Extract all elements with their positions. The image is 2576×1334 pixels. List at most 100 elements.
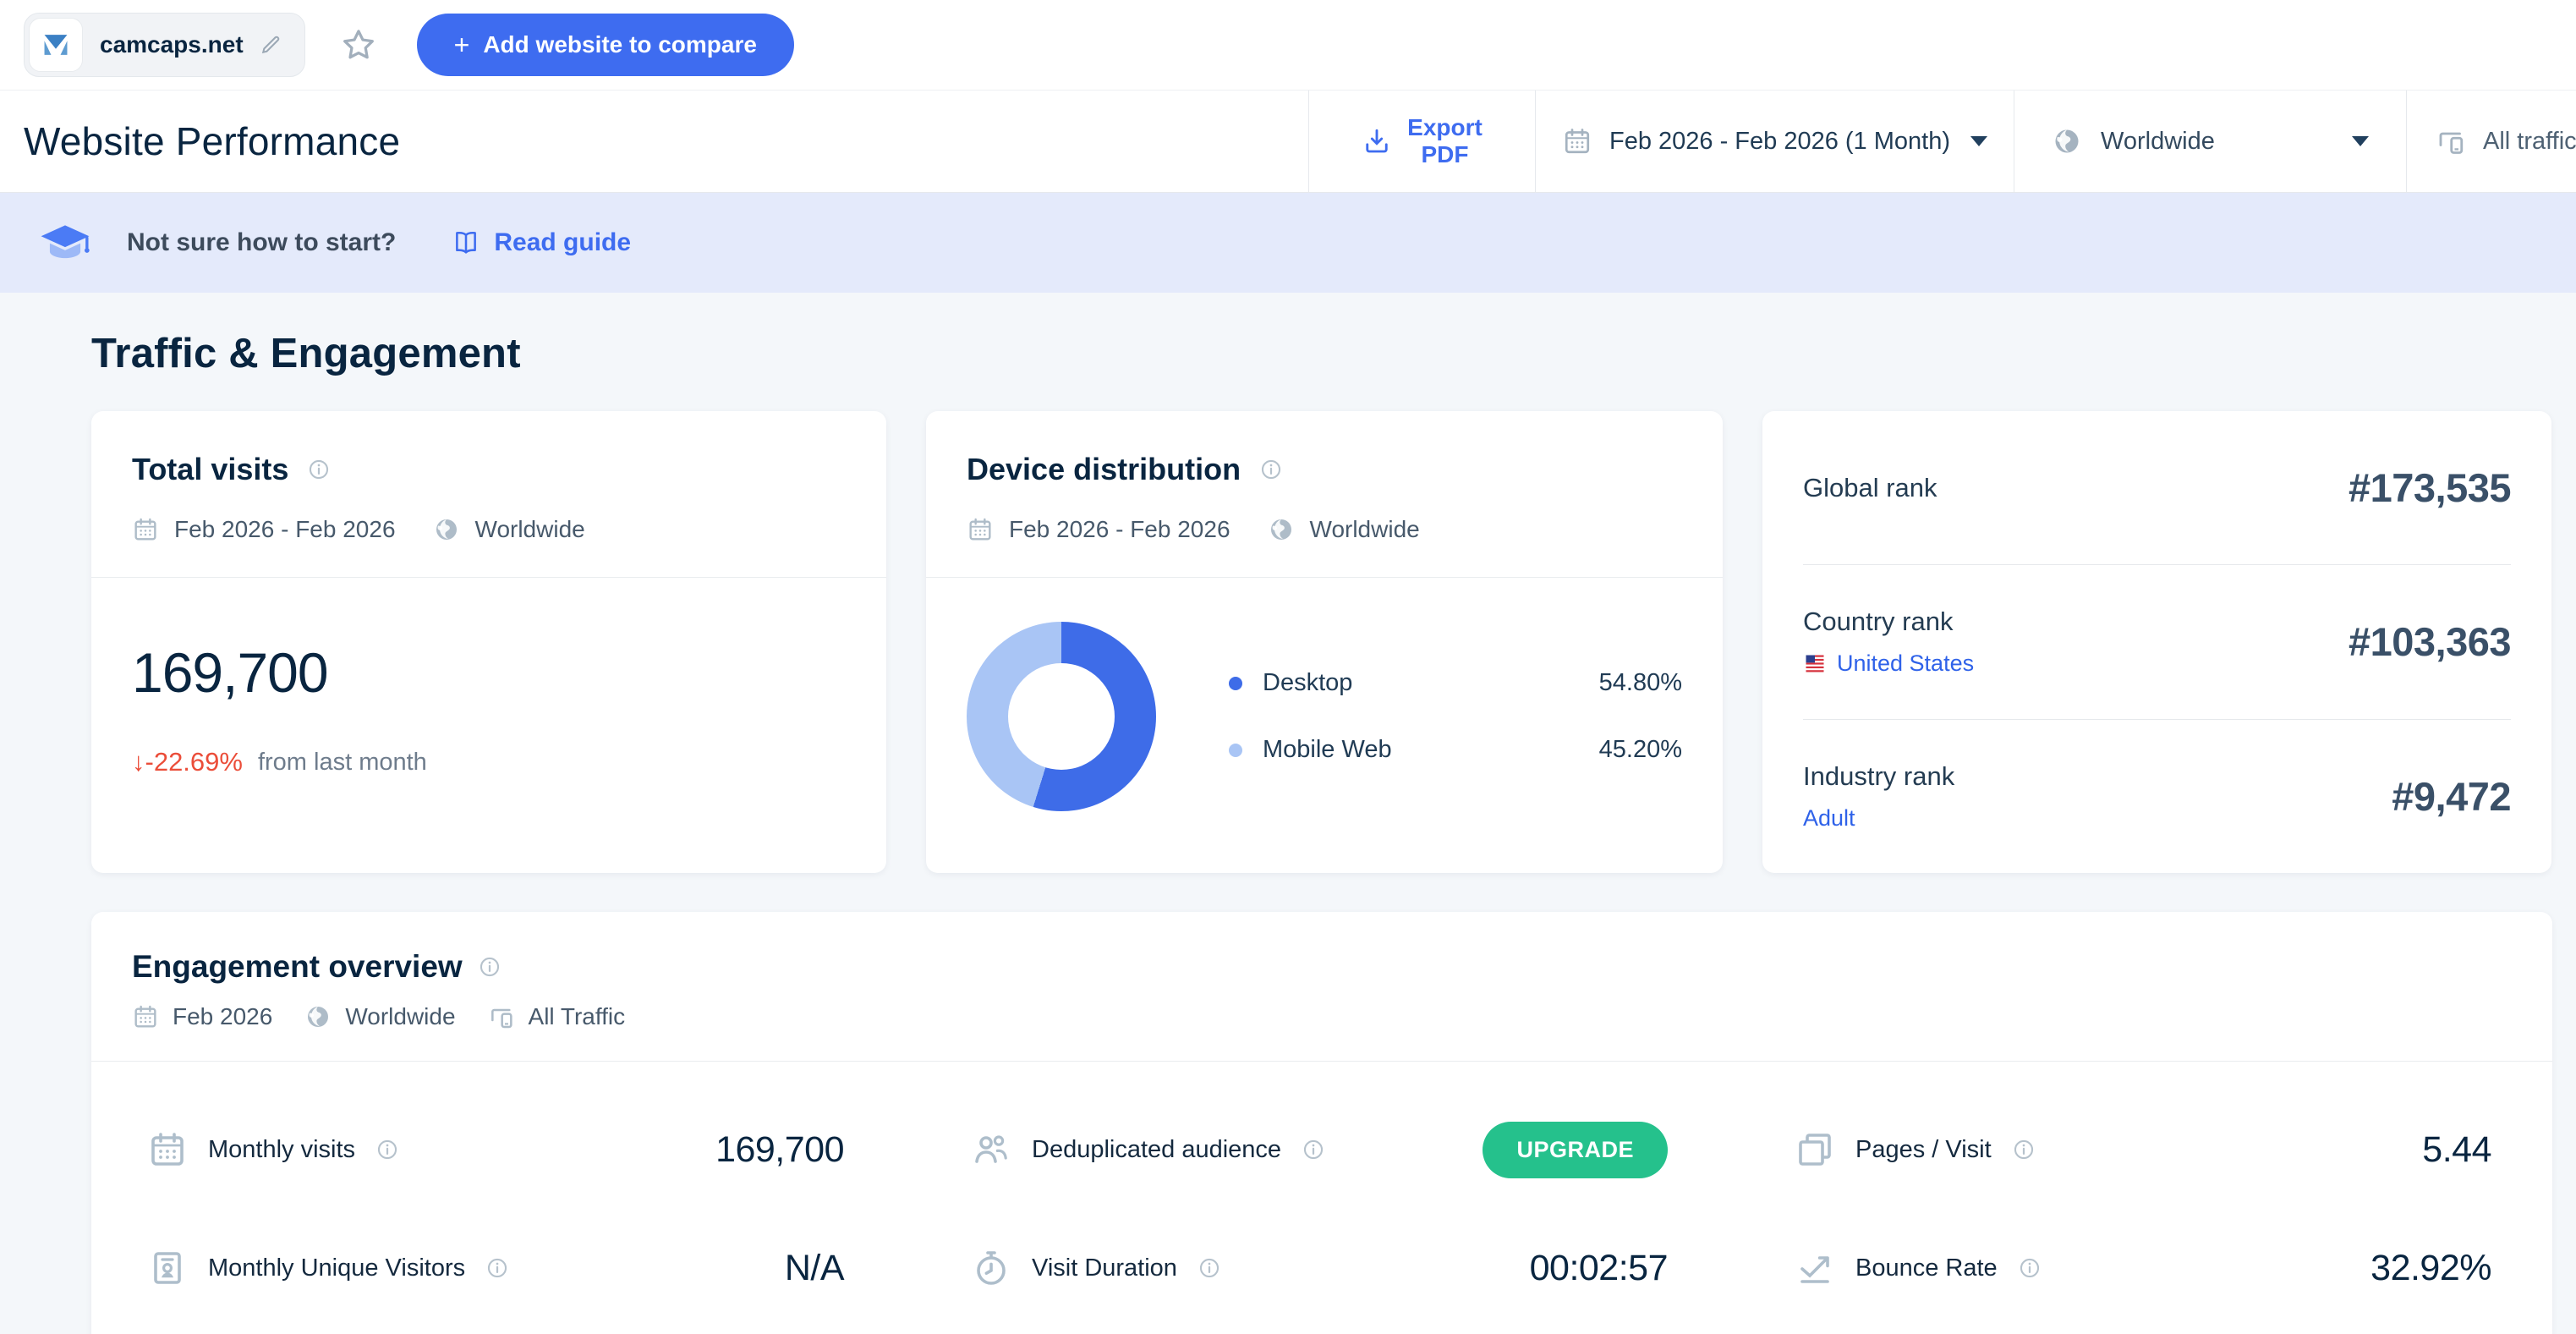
chevron-down-icon <box>1970 136 1987 146</box>
page-header: Website Performance Export PDF Feb 2026 … <box>0 90 2576 193</box>
favorite-star-icon[interactable] <box>339 25 378 64</box>
mobile-legend-dot <box>1229 743 1242 757</box>
globe-icon <box>433 516 460 543</box>
card-date-filter: Feb 2026 - Feb 2026 <box>174 516 396 542</box>
device-distribution-title: Device distribution <box>967 452 1241 486</box>
info-icon[interactable] <box>307 458 331 481</box>
upgrade-button[interactable]: UPGRADE <box>1483 1121 1668 1178</box>
info-icon[interactable] <box>1302 1138 1325 1161</box>
mobile-legend-label: Mobile Web <box>1263 736 1392 763</box>
globe-icon <box>1268 516 1295 543</box>
country-rank-value: #103,363 <box>2348 619 2512 665</box>
global-rank-row: Global rank #173,535 <box>1803 411 2512 564</box>
date-range-label: Feb 2026 - Feb 2026 (1 Month) <box>1609 127 1950 155</box>
date-range-picker[interactable]: Feb 2026 - Feb 2026 (1 Month) <box>1535 91 2014 192</box>
info-icon[interactable] <box>2018 1256 2042 1280</box>
metric-monthly-visits: Monthly visits 169,700 <box>147 1090 844 1209</box>
industry-link[interactable]: Adult <box>1803 805 1855 832</box>
traffic-label: All traffic <box>2483 127 2576 155</box>
industry-rank-value: #9,472 <box>2392 773 2511 819</box>
country-rank-label: Country rank <box>1803 607 1954 637</box>
industry-rank-row: Industry rank Adult #9,472 <box>1803 720 2511 873</box>
desktop-legend-label: Desktop <box>1263 669 1353 696</box>
bounce-rate-value: 32.92% <box>2370 1247 2491 1288</box>
export-label: Export PDF <box>1407 113 1483 167</box>
info-icon[interactable] <box>485 1256 509 1280</box>
industry-rank-label: Industry rank <box>1803 760 1955 791</box>
info-icon[interactable] <box>2012 1138 2036 1161</box>
info-icon[interactable] <box>478 955 501 979</box>
info-icon[interactable] <box>1198 1256 1221 1280</box>
devices-icon <box>488 1003 515 1030</box>
change-percent: ↓-22.69% <box>132 747 243 777</box>
desktop-legend-dot <box>1229 676 1242 690</box>
metrics-grid: Monthly visits 169,700 Deduplicated audi… <box>91 1062 2552 1327</box>
monthly-unique-visitors-value: N/A <box>784 1247 845 1288</box>
chevron-down-icon <box>2352 136 2369 146</box>
guide-banner: Not sure how to start? Read guide <box>0 193 2576 293</box>
metric-pages-per-visit: Pages / Visit 5.44 <box>1795 1090 2491 1209</box>
read-guide-label: Read guide <box>494 228 632 256</box>
device-legend: Desktop 54.80% Mobile Web 45.20% <box>1229 669 1682 764</box>
metric-bounce-rate: Bounce Rate 32.92% <box>1795 1209 2491 1327</box>
pages-per-visit-value: 5.44 <box>2422 1128 2491 1170</box>
info-icon[interactable] <box>375 1138 399 1161</box>
website-favicon <box>29 18 83 72</box>
section-title: Traffic & Engagement <box>91 331 521 376</box>
ranks-card: Global rank #173,535 Country rank United… <box>1762 411 2551 873</box>
compare-button-label: Add website to compare <box>483 31 757 58</box>
country-link[interactable]: United States <box>1837 651 1974 677</box>
pages-icon <box>1795 1129 1835 1170</box>
legend-row-desktop: Desktop 54.80% <box>1229 669 1682 697</box>
engagement-date-filter: Feb 2026 <box>173 1003 273 1029</box>
banner-text: Not sure how to start? <box>127 228 397 256</box>
global-rank-label: Global rank <box>1803 472 1937 502</box>
add-website-to-compare-button[interactable]: + Add website to compare <box>416 14 794 76</box>
export-pdf-button[interactable]: Export PDF <box>1308 91 1535 192</box>
info-icon[interactable] <box>1259 458 1283 481</box>
bounce-arrow-icon <box>1795 1248 1835 1288</box>
people-icon <box>971 1129 1011 1170</box>
calendar-icon <box>132 1003 159 1030</box>
change-suffix: from last month <box>257 748 427 776</box>
globe-icon <box>2052 126 2082 156</box>
monthly-visits-value: 169,700 <box>715 1128 844 1170</box>
website-logo-icon <box>40 29 72 61</box>
total-visits-card: Total visits Feb 2026 - Feb 2026 Worldwi… <box>91 411 886 873</box>
website-name: camcaps.net <box>100 31 244 58</box>
region-selector[interactable]: Worldwide <box>2014 91 2406 192</box>
country-rank-row: Country rank United States #103,363 <box>1803 565 2512 718</box>
visit-duration-value: 00:02:57 <box>1529 1247 1669 1288</box>
calendar-icon <box>1562 126 1592 156</box>
metric-visit-duration: Visit Duration 00:02:57 <box>971 1209 1669 1327</box>
total-visits-value: 169,700 <box>132 641 329 704</box>
card-region-filter: Worldwide <box>1309 516 1420 542</box>
device-donut-chart <box>967 622 1156 811</box>
graduation-cap-icon <box>39 217 91 269</box>
traffic-selector[interactable]: All traffic <box>2406 91 2576 192</box>
global-rank-value: #173,535 <box>2348 465 2512 511</box>
id-card-icon <box>147 1248 188 1288</box>
region-label: Worldwide <box>2101 127 2215 155</box>
stopwatch-icon <box>971 1248 1011 1288</box>
legend-row-mobile: Mobile Web 45.20% <box>1229 736 1682 764</box>
edit-icon[interactable] <box>259 33 282 57</box>
calendar-icon <box>132 516 159 543</box>
metric-deduplicated-audience: Deduplicated audience UPGRADE <box>971 1090 1668 1209</box>
mobile-share-value: 45.20% <box>1598 736 1682 763</box>
card-region-filter: Worldwide <box>474 516 585 542</box>
desktop-share-value: 54.80% <box>1598 669 1682 696</box>
device-distribution-card: Device distribution Feb 2026 - Feb 2026 … <box>926 411 1723 873</box>
devices-icon <box>2436 126 2466 156</box>
website-chip[interactable]: camcaps.net <box>24 13 305 77</box>
download-icon <box>1362 126 1392 156</box>
topbar: camcaps.net + Add website to compare <box>0 0 2576 90</box>
divider <box>91 577 886 578</box>
calendar-icon <box>147 1129 188 1170</box>
read-guide-link[interactable]: Read guide <box>452 228 631 257</box>
engagement-title: Engagement overview <box>132 949 463 984</box>
calendar-icon <box>967 516 994 543</box>
plus-icon: + <box>453 30 470 60</box>
page-title: Website Performance <box>24 119 401 163</box>
us-flag-icon <box>1803 652 1827 676</box>
